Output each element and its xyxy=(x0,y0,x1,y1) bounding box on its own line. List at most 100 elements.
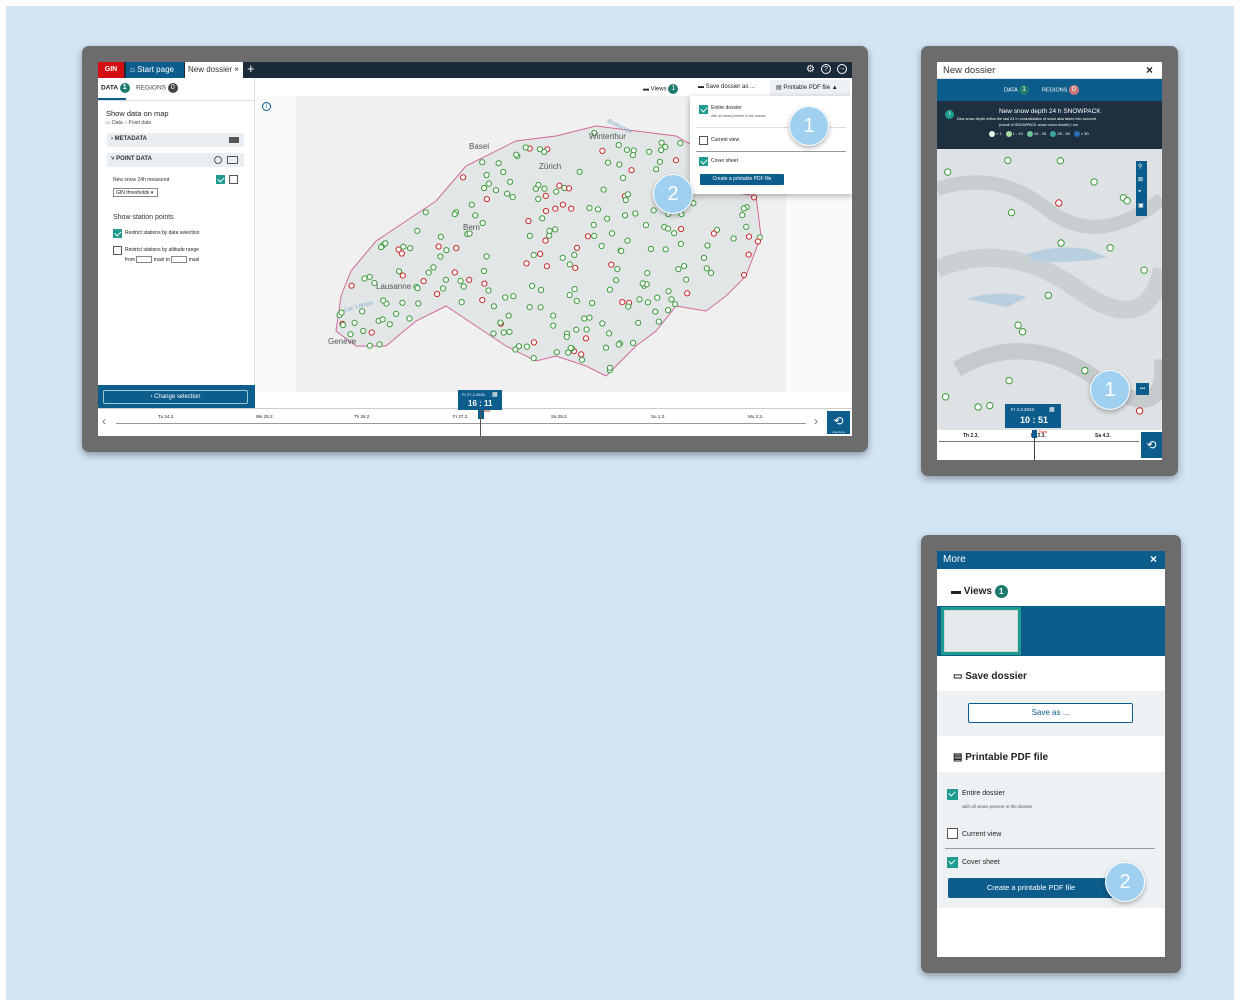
mobile-timeline[interactable]: Th 2.3. Fr 3.3. Sa 4.3. Now ⟲ xyxy=(937,429,1162,460)
station-point[interactable] xyxy=(380,297,387,304)
station-point[interactable] xyxy=(490,303,497,310)
station-point[interactable] xyxy=(495,160,502,167)
station-point[interactable] xyxy=(751,194,758,201)
cover-sheet-checkbox[interactable] xyxy=(947,857,958,868)
station-point[interactable] xyxy=(571,286,578,293)
station-point[interactable] xyxy=(568,205,575,212)
station-point[interactable] xyxy=(582,335,590,342)
measure-checkbox-on[interactable] xyxy=(216,175,225,184)
station-point[interactable] xyxy=(537,286,545,294)
station-point[interactable] xyxy=(530,339,538,346)
station-point[interactable] xyxy=(683,276,690,283)
tab-data[interactable]: DATA 1 xyxy=(101,83,130,93)
station-point[interactable] xyxy=(664,225,672,232)
station-point[interactable] xyxy=(510,293,517,300)
station-point[interactable] xyxy=(497,319,504,326)
station-point[interactable] xyxy=(586,204,593,212)
station-point[interactable] xyxy=(1140,266,1148,274)
station-point[interactable] xyxy=(658,146,665,154)
station-point[interactable] xyxy=(466,276,473,283)
station-point[interactable] xyxy=(379,316,386,323)
data-mode-icon[interactable] xyxy=(227,156,238,164)
station-point[interactable] xyxy=(435,243,442,250)
station-point[interactable] xyxy=(479,297,486,304)
station-point[interactable] xyxy=(1044,291,1053,300)
station-point[interactable] xyxy=(415,300,422,307)
station-point[interactable] xyxy=(460,174,467,181)
calendar-icon[interactable]: ▦ xyxy=(492,391,498,398)
station-point[interactable] xyxy=(542,192,549,200)
station-point[interactable] xyxy=(483,171,490,179)
timeline-cursor[interactable] xyxy=(1032,430,1037,438)
entire-dossier-checkbox[interactable] xyxy=(947,789,958,800)
station-point[interactable] xyxy=(1014,321,1022,329)
station-point[interactable] xyxy=(606,286,613,293)
station-point[interactable] xyxy=(553,188,560,195)
station-point[interactable] xyxy=(654,294,661,301)
station-point[interactable] xyxy=(368,329,375,336)
view-thumbnail[interactable] xyxy=(941,607,1021,655)
station-point[interactable] xyxy=(414,227,421,234)
station-point[interactable] xyxy=(703,265,710,272)
locate-icon[interactable]: ⌖ xyxy=(1138,189,1141,196)
station-point[interactable] xyxy=(1004,156,1012,165)
station-point[interactable] xyxy=(745,233,753,240)
station-point[interactable] xyxy=(624,237,631,244)
station-point[interactable] xyxy=(672,157,679,164)
station-point[interactable] xyxy=(393,310,400,317)
station-point[interactable] xyxy=(608,230,616,237)
station-point[interactable] xyxy=(437,233,444,240)
station-point[interactable] xyxy=(576,168,583,175)
station-point[interactable] xyxy=(986,401,994,410)
station-point[interactable] xyxy=(366,342,373,349)
station-point[interactable] xyxy=(655,318,662,325)
station-point[interactable] xyxy=(1057,239,1065,247)
create-pdf-button[interactable]: Create a printable PDF file xyxy=(700,174,784,185)
station-point[interactable] xyxy=(1123,197,1131,205)
save-as-button[interactable]: Save as ... xyxy=(968,703,1133,723)
station-point[interactable] xyxy=(632,210,639,217)
station-point[interactable] xyxy=(386,321,393,328)
station-point[interactable] xyxy=(351,319,358,326)
station-point[interactable] xyxy=(672,301,679,308)
station-point[interactable] xyxy=(451,269,458,276)
gear-icon[interactable]: ⚙ xyxy=(806,64,815,75)
station-point[interactable] xyxy=(636,296,643,303)
station-point[interactable] xyxy=(664,307,672,314)
cover-sheet-checkbox[interactable] xyxy=(699,157,708,166)
timeline-prev-icon[interactable]: ‹ xyxy=(102,414,106,428)
station-point[interactable] xyxy=(675,266,682,273)
station-point[interactable] xyxy=(739,212,746,219)
station-point[interactable] xyxy=(543,263,550,270)
station-point[interactable] xyxy=(407,245,414,252)
gin-logo[interactable]: GIN xyxy=(98,62,124,78)
station-point[interactable] xyxy=(573,326,580,333)
station-point[interactable] xyxy=(523,343,530,350)
station-point[interactable] xyxy=(530,252,537,259)
station-point[interactable] xyxy=(678,225,685,233)
station-point[interactable] xyxy=(490,330,497,337)
station-point[interactable] xyxy=(485,180,492,187)
station-point[interactable] xyxy=(526,304,533,311)
station-point[interactable] xyxy=(530,355,537,362)
station-point[interactable] xyxy=(1018,328,1027,336)
timeline-next-icon[interactable]: › xyxy=(814,414,818,428)
station-point[interactable] xyxy=(541,185,548,192)
station-point[interactable] xyxy=(653,166,660,173)
station-point[interactable] xyxy=(671,230,678,237)
station-point[interactable] xyxy=(483,253,490,260)
station-point[interactable] xyxy=(623,146,631,153)
help-icon[interactable]: ? xyxy=(821,64,831,74)
station-point[interactable] xyxy=(396,268,403,275)
station-point[interactable] xyxy=(639,280,646,287)
station-point[interactable] xyxy=(602,344,610,351)
station-point[interactable] xyxy=(340,321,347,329)
station-point[interactable] xyxy=(559,201,566,208)
station-point[interactable] xyxy=(546,227,553,234)
altitude-from-input[interactable] xyxy=(136,256,153,263)
views-button[interactable]: ▬ Views 1 xyxy=(643,84,679,94)
tab-start-page[interactable]: ⌂ Start page xyxy=(126,62,184,78)
create-pdf-button[interactable]: Create a printable PDF file xyxy=(948,878,1114,898)
mobile-time-indicator[interactable]: Fr 3.3.2023 ▦ 10 : 51 xyxy=(1005,404,1061,428)
station-point[interactable] xyxy=(515,343,523,350)
